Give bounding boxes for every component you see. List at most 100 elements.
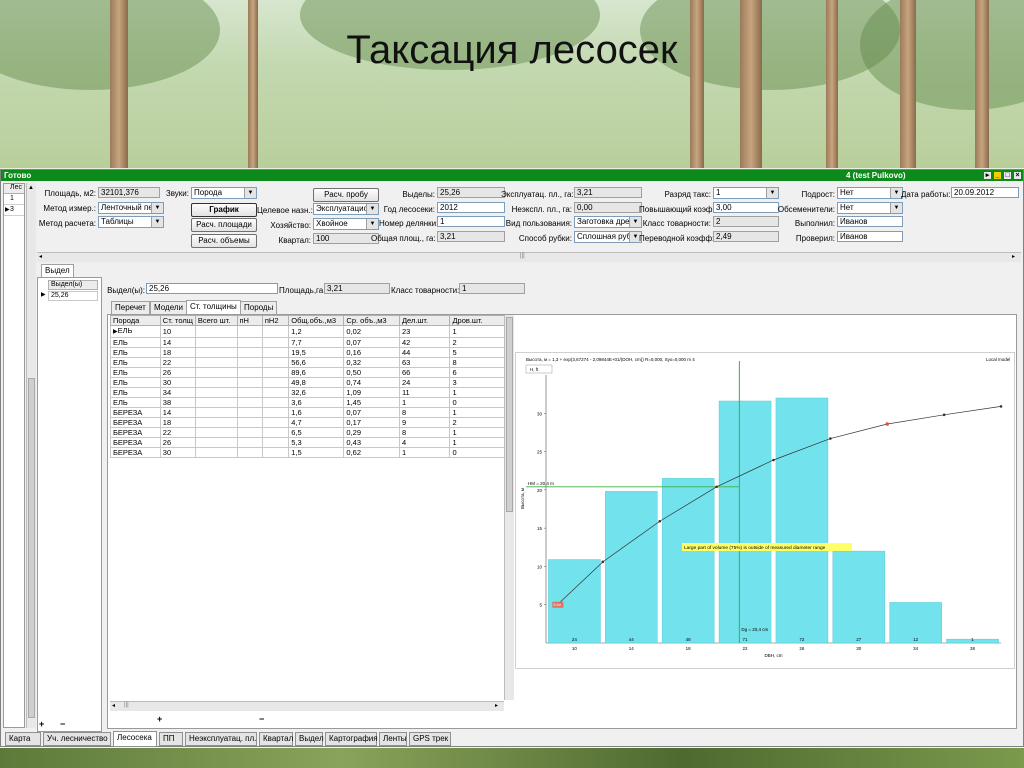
table-cell[interactable]	[194, 337, 238, 348]
undergrowth-select[interactable]: Нет ▼	[837, 187, 903, 199]
tab-vydel[interactable]: Выдел	[41, 264, 74, 278]
graph-button[interactable]: График	[191, 203, 257, 217]
raise-field[interactable]: 3,00	[713, 202, 779, 213]
table-cell[interactable]: 1	[398, 397, 451, 408]
add-row-icon[interactable]: +	[157, 714, 162, 724]
remove-row-icon[interactable]: −	[259, 714, 264, 724]
table-cell[interactable]: 6	[449, 367, 505, 378]
table-cell[interactable]	[261, 367, 290, 378]
table-cell[interactable]: 7,7	[288, 337, 345, 348]
bottom-tab[interactable]: Выдел	[295, 732, 324, 746]
table-cell[interactable]: ЕЛЬ	[110, 367, 161, 378]
bottom-tab[interactable]: Неэксплуатац. пл.	[185, 732, 257, 746]
table-cell[interactable]: 1,2	[288, 325, 345, 338]
scroll-grip-icon[interactable]: |||	[124, 702, 129, 708]
bottom-tab[interactable]: Лесосека	[113, 731, 157, 747]
table-cell[interactable]: 38	[159, 397, 196, 408]
table-cell[interactable]	[236, 407, 263, 418]
table-cell[interactable]: 4	[398, 437, 451, 448]
column-header[interactable]: Порода	[110, 315, 161, 326]
table-cell[interactable]: ЕЛЬ	[110, 357, 161, 368]
table-cell[interactable]: 22	[159, 357, 196, 368]
table-cell[interactable]: 0,43	[343, 437, 400, 448]
table-cell[interactable]: 42	[398, 337, 451, 348]
table-cell[interactable]: 0	[449, 447, 505, 458]
table-cell[interactable]: 23	[398, 325, 451, 338]
table-cell[interactable]: 2	[449, 417, 505, 428]
table-cell[interactable]	[194, 407, 238, 418]
table-cell[interactable]: 0,74	[343, 377, 400, 388]
table-cell[interactable]: 24	[398, 377, 451, 388]
table-cell[interactable]: 1,5	[288, 447, 345, 458]
table-cell[interactable]	[194, 437, 238, 448]
table-row[interactable]: БЕРЕЗА 18 4,7 0,17 9 2	[110, 417, 505, 428]
table-cell[interactable]: БЕРЕЗА	[110, 427, 161, 438]
table-row[interactable]: ЕЛЬ 30 49,8 0,74 24 3	[110, 377, 505, 388]
table-row[interactable]: ЕЛЬ 26 89,6 0,50 66 6	[110, 367, 505, 378]
target-select[interactable]: Эксплуатацион ▼	[313, 203, 379, 215]
chevron-down-icon[interactable]: ▼	[151, 217, 163, 227]
table-cell[interactable]: 0,02	[343, 325, 400, 338]
area-calc-button[interactable]: Расч. площади	[191, 218, 257, 232]
table-cell[interactable]: 2	[449, 337, 505, 348]
table-cell[interactable]	[236, 417, 263, 428]
chevron-down-icon[interactable]: ▼	[151, 203, 163, 213]
table-row[interactable]: ЕЛЬ 18 19,5 0,16 44 5	[110, 347, 505, 358]
table-cell[interactable]	[261, 357, 290, 368]
table-row[interactable]: БЕРЕЗА 30 1,5 0,62 1 0	[110, 447, 505, 458]
table-cell[interactable]	[261, 437, 290, 448]
table-cell[interactable]	[261, 347, 290, 358]
table-cell[interactable]	[236, 377, 263, 388]
close-icon[interactable]: ×	[1013, 171, 1022, 180]
table-cell[interactable]: 0,17	[343, 417, 400, 428]
table-cell[interactable]	[236, 387, 263, 398]
table-cell[interactable]: 3	[449, 377, 505, 388]
table-cell[interactable]: 8	[398, 427, 451, 438]
table-cell[interactable]	[261, 387, 290, 398]
table-cell[interactable]: 1,09	[343, 387, 400, 398]
bottom-tab[interactable]: Квартал	[259, 732, 293, 746]
table-cell[interactable]	[236, 325, 263, 338]
table-cell[interactable]: 34	[159, 387, 196, 398]
chevron-down-icon[interactable]: ▼	[890, 203, 902, 213]
done-field[interactable]: Иванов	[837, 216, 903, 227]
table-cell[interactable]: 26	[159, 437, 196, 448]
table-cell[interactable]	[194, 447, 238, 458]
table-cell[interactable]: ЕЛЬ	[110, 347, 161, 358]
table-row[interactable]: БЕРЕЗА 22 6,5 0,29 8 1	[110, 427, 505, 438]
column-header[interactable]: пН	[236, 315, 263, 326]
add-icon[interactable]: +	[39, 719, 44, 729]
table-cell[interactable]	[194, 397, 238, 408]
table-row[interactable]: ЕЛЬ 22 56,6 0,32 63 8	[110, 357, 505, 368]
detail-vydel-field[interactable]: 25,26	[146, 283, 278, 294]
bottom-tab[interactable]: Картография	[325, 732, 378, 746]
table-cell[interactable]: 0	[449, 397, 505, 408]
table-cell[interactable]: 0,07	[343, 337, 400, 348]
table-cell[interactable]: 1,6	[288, 407, 345, 418]
table-cell[interactable]: БЕРЕЗА	[110, 417, 161, 428]
table-row[interactable]: БЕРЕЗА 26 5,3 0,43 4 1	[110, 437, 505, 448]
table-cell[interactable]	[236, 447, 263, 458]
table-cell[interactable]: 26	[159, 367, 196, 378]
date-field[interactable]: 20.09.2012	[951, 187, 1019, 198]
scroll-right-icon[interactable]: ▸	[495, 702, 498, 709]
volume-calc-button[interactable]: Расч. объемы	[191, 234, 257, 248]
table-cell[interactable]: 30	[159, 377, 196, 388]
table-cell[interactable]: 10	[159, 325, 196, 338]
table-cell[interactable]: 4,7	[288, 417, 345, 428]
detail-class-field[interactable]: 1	[459, 283, 525, 294]
table-cell[interactable]: 32,6	[288, 387, 345, 398]
table-cell[interactable]: 0,50	[343, 367, 400, 378]
bottom-tab[interactable]: GPS трек	[409, 732, 451, 746]
table-cell[interactable]	[261, 417, 290, 428]
class-field[interactable]: 2	[713, 216, 779, 227]
table-cell[interactable]	[236, 367, 263, 378]
table-cell[interactable]: 11	[398, 387, 451, 398]
exploit-field[interactable]: 3,21	[574, 187, 642, 198]
column-header[interactable]: Дров.шт.	[449, 315, 505, 326]
table-row[interactable]: ЕЛЬ 38 3,6 1,45 1 0	[110, 397, 505, 408]
table-cell[interactable]: 1	[449, 437, 505, 448]
table-cell[interactable]	[194, 357, 238, 368]
table-cell[interactable]: 30	[159, 447, 196, 458]
table-cell[interactable]	[261, 325, 290, 338]
